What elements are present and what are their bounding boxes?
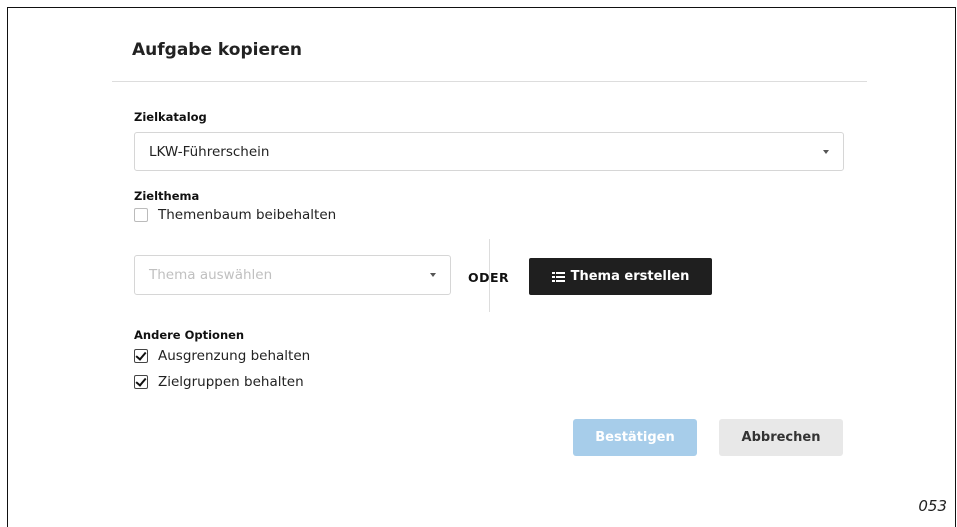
keep-tree-checkbox[interactable]	[134, 208, 148, 222]
checkmark-icon	[135, 349, 147, 361]
checkmark-icon	[135, 375, 147, 387]
keep-target-groups-checkbox[interactable]	[134, 375, 148, 389]
keep-exclusion-checkbox[interactable]	[134, 349, 148, 363]
target-topic-label: Zielthema	[134, 189, 200, 203]
confirm-button[interactable]: Bestätigen	[573, 419, 697, 456]
title-divider	[112, 81, 867, 82]
topic-select[interactable]: Thema auswählen	[134, 255, 451, 295]
list-icon	[551, 271, 565, 282]
keep-exclusion-option[interactable]: Ausgrenzung behalten	[134, 348, 310, 364]
keep-target-groups-option[interactable]: Zielgruppen behalten	[134, 374, 304, 390]
keep-exclusion-label: Ausgrenzung behalten	[158, 348, 311, 364]
other-options-label: Andere Optionen	[134, 328, 245, 342]
keep-target-groups-label: Zielgruppen behalten	[158, 374, 304, 390]
cancel-button[interactable]: Abbrechen	[719, 419, 843, 456]
caret-down-icon	[430, 273, 436, 277]
create-topic-label: Thema erstellen	[570, 269, 690, 284]
target-catalog-label: Zielkatalog	[134, 110, 207, 124]
target-catalog-select[interactable]: LKW-Führerschein	[134, 132, 844, 171]
caret-down-icon	[823, 149, 829, 154]
target-catalog-value: LKW-Führerschein	[149, 143, 270, 160]
or-label: ODER	[468, 270, 510, 285]
keep-tree-label: Themenbaum beibehalten	[158, 207, 337, 223]
topic-select-placeholder: Thema auswählen	[149, 267, 273, 283]
keep-tree-option[interactable]: Themenbaum beibehalten	[134, 207, 336, 223]
create-topic-button[interactable]: Thema erstellen	[529, 258, 712, 295]
page-number: 053	[918, 497, 947, 515]
dialog-title: Aufgabe kopieren	[132, 40, 302, 60]
